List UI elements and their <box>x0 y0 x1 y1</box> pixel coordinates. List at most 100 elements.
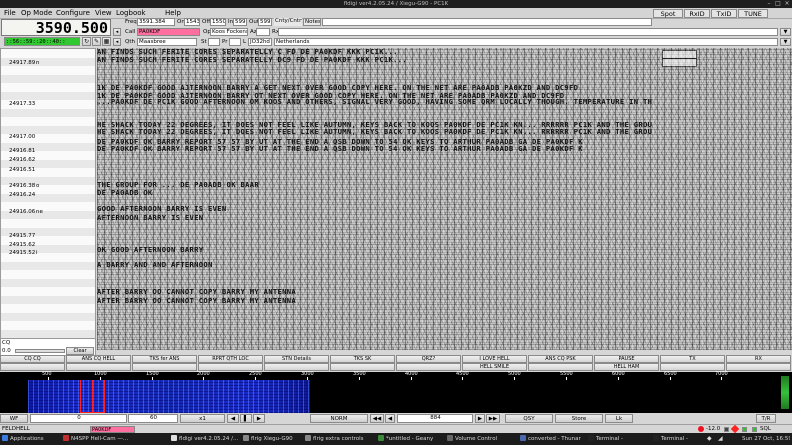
menu-help[interactable]: Help <box>165 9 181 18</box>
call-field[interactable]: PA0KDF <box>137 28 200 36</box>
macro-button[interactable] <box>528 363 593 371</box>
signal-browser[interactable]: 24917.89 n 24917.33 24917.00 24916.81 24916.6… <box>0 48 96 338</box>
chevron-down-icon[interactable]: ▼ <box>780 28 791 36</box>
macro-button[interactable]: PAUSE <box>594 355 659 363</box>
afc-indicator-icon[interactable] <box>742 427 747 432</box>
freq-list-item[interactable]: 24916.06 ne <box>1 208 95 216</box>
macro-button[interactable]: I LOVE HELL <box>462 355 527 363</box>
transmit-text-pane[interactable]: CQ 0.0 Clear <box>0 338 96 356</box>
mode-status[interactable]: FELDHELL <box>2 425 30 433</box>
macro-button[interactable] <box>132 363 197 371</box>
freq-list-item[interactable]: 24917.00 <box>1 133 95 141</box>
freq-down-fast-icon[interactable]: ◀◀ <box>370 414 384 423</box>
network-icon[interactable]: ◆ <box>707 433 716 445</box>
time-sync-icon[interactable]: ↻ <box>82 37 91 46</box>
close-icon[interactable]: × <box>784 1 790 7</box>
waterfall[interactable] <box>0 380 778 413</box>
wf-ref-level[interactable]: 0 <box>30 414 127 423</box>
province-field[interactable] <box>229 38 241 46</box>
audio-offset-field[interactable]: 884 <box>397 414 473 423</box>
rx-exchange-field[interactable] <box>278 28 778 36</box>
freq-list-item[interactable]: 24917.89 n <box>1 59 95 67</box>
rxid-button[interactable]: RxID <box>684 9 710 18</box>
spot-button[interactable]: Spot <box>653 9 683 18</box>
macro-button[interactable]: STN Details <box>264 355 329 363</box>
receive-text-pane[interactable]: AN FINDS SUCH FERITE CORES SEPARATELLY C… <box>97 48 792 350</box>
menu-view[interactable]: View <box>95 9 112 18</box>
freq-list-item[interactable]: 24916.62 <box>1 156 95 164</box>
clock[interactable]: Sun 27 Oct, 16:59 <box>742 433 790 445</box>
rst-out-field[interactable]: 599 <box>258 18 272 26</box>
country-field[interactable]: Netherlands <box>274 38 778 46</box>
taskbar-item[interactable]: flrig extra controls <box>305 433 375 445</box>
macro-button[interactable] <box>330 363 395 371</box>
wf-mode-button[interactable]: WF <box>0 414 28 423</box>
freq-list-item[interactable]: 24915.62 <box>1 241 95 249</box>
tune-button[interactable]: TUNE <box>738 9 768 18</box>
macro-button[interactable] <box>264 363 329 371</box>
macro-button[interactable] <box>660 363 725 371</box>
macro-button[interactable]: ANS CQ PSK <box>528 355 593 363</box>
freq-up-fast-icon[interactable]: ▶▶ <box>486 414 500 423</box>
macro-button[interactable] <box>0 363 65 371</box>
macro-button[interactable]: HELL SMILE <box>462 363 527 371</box>
taskbar-item[interactable]: Terminal - <box>588 433 650 445</box>
freq-list-item[interactable]: 24915.52 i <box>1 249 95 257</box>
macro-button[interactable] <box>726 363 791 371</box>
taskbar-item[interactable]: Volume Control <box>447 433 517 445</box>
macro-button[interactable]: TKS SK <box>330 355 395 363</box>
maximize-icon[interactable]: □ <box>775 1 781 7</box>
menu-op-mode[interactable]: Op Mode <box>21 9 52 18</box>
taskbar-item[interactable]: *untitled - Geany <box>378 433 444 445</box>
chevron-down-icon-2[interactable]: ▼ <box>780 38 791 46</box>
macro-button[interactable] <box>396 363 461 371</box>
rst-in-field[interactable]: 599 <box>233 18 247 26</box>
macro-button[interactable] <box>198 363 263 371</box>
macro-button[interactable]: RPRT QTH LOC <box>198 355 263 363</box>
freq-down-icon[interactable]: ◀ <box>385 414 395 423</box>
taskbar-item[interactable]: Terminal - <box>653 433 707 445</box>
pause-icon[interactable]: ▌ <box>240 414 252 423</box>
minimize-icon[interactable]: – <box>766 1 772 7</box>
time-off-field[interactable]: 1550 <box>210 18 226 26</box>
rewind-icon[interactable]: ◀ <box>227 414 239 423</box>
freq-list-item[interactable]: 24916.51 <box>1 166 95 174</box>
notes-field[interactable] <box>322 18 652 26</box>
call-lookup-icon[interactable]: ◂ <box>113 28 121 36</box>
qth-field[interactable]: Maasbree <box>137 38 197 46</box>
locator-field[interactable]: JO32hd <box>248 38 272 46</box>
taskbar-item[interactable]: N4SPP Hell-Cam —... <box>63 433 168 445</box>
volume-icon[interactable]: ◢ <box>718 433 727 445</box>
applications-menu[interactable]: Applications <box>2 433 52 445</box>
freq-field[interactable]: 3591.384 <box>137 18 175 26</box>
freq-up-icon[interactable]: ▶ <box>475 414 485 423</box>
afc-toggle[interactable] <box>724 427 729 432</box>
clear-log-icon[interactable]: ✎ <box>92 37 101 46</box>
taskbar-item[interactable]: flrig Xiegu-G90 <box>243 433 303 445</box>
op-name-field[interactable]: Koos Fockens <box>210 28 248 36</box>
clear-button[interactable]: Clear <box>66 347 94 355</box>
taskbar-item[interactable]: converted - Thunar <box>520 433 586 445</box>
lock-button[interactable]: Lk <box>605 414 633 423</box>
state-field[interactable] <box>208 38 220 46</box>
menu-logbook[interactable]: Logbook <box>116 9 146 18</box>
tx-level-slider[interactable] <box>15 349 65 353</box>
sql-indicator-icon[interactable] <box>752 427 757 432</box>
freq-list-item[interactable]: 24916.24 <box>1 191 95 199</box>
time-on-field[interactable]: 1543 <box>184 18 200 26</box>
macro-button[interactable]: RX <box>726 355 791 363</box>
macro-button[interactable]: ANS CQ HELL <box>66 355 131 363</box>
txid-button[interactable]: TxID <box>711 9 737 18</box>
macro-button[interactable] <box>66 363 131 371</box>
azimuth-field[interactable] <box>256 28 270 36</box>
freq-list-item[interactable]: 24916.81 <box>1 147 95 155</box>
menu-configure[interactable]: Configure <box>56 9 90 18</box>
macro-button[interactable]: HELL HAM <box>594 363 659 371</box>
save-log-icon[interactable]: ▦ <box>102 37 111 46</box>
norm-button[interactable]: NORM <box>310 414 368 423</box>
qsy-button[interactable]: QSY <box>505 414 553 423</box>
wf-range[interactable]: 60 <box>128 414 178 423</box>
freq-list-item[interactable]: 24916.38 o <box>1 182 95 190</box>
taskbar-item[interactable]: fldigi ver4.2.05.24 /... <box>171 433 241 445</box>
qth-lookup-icon[interactable]: ◂ <box>113 38 121 46</box>
